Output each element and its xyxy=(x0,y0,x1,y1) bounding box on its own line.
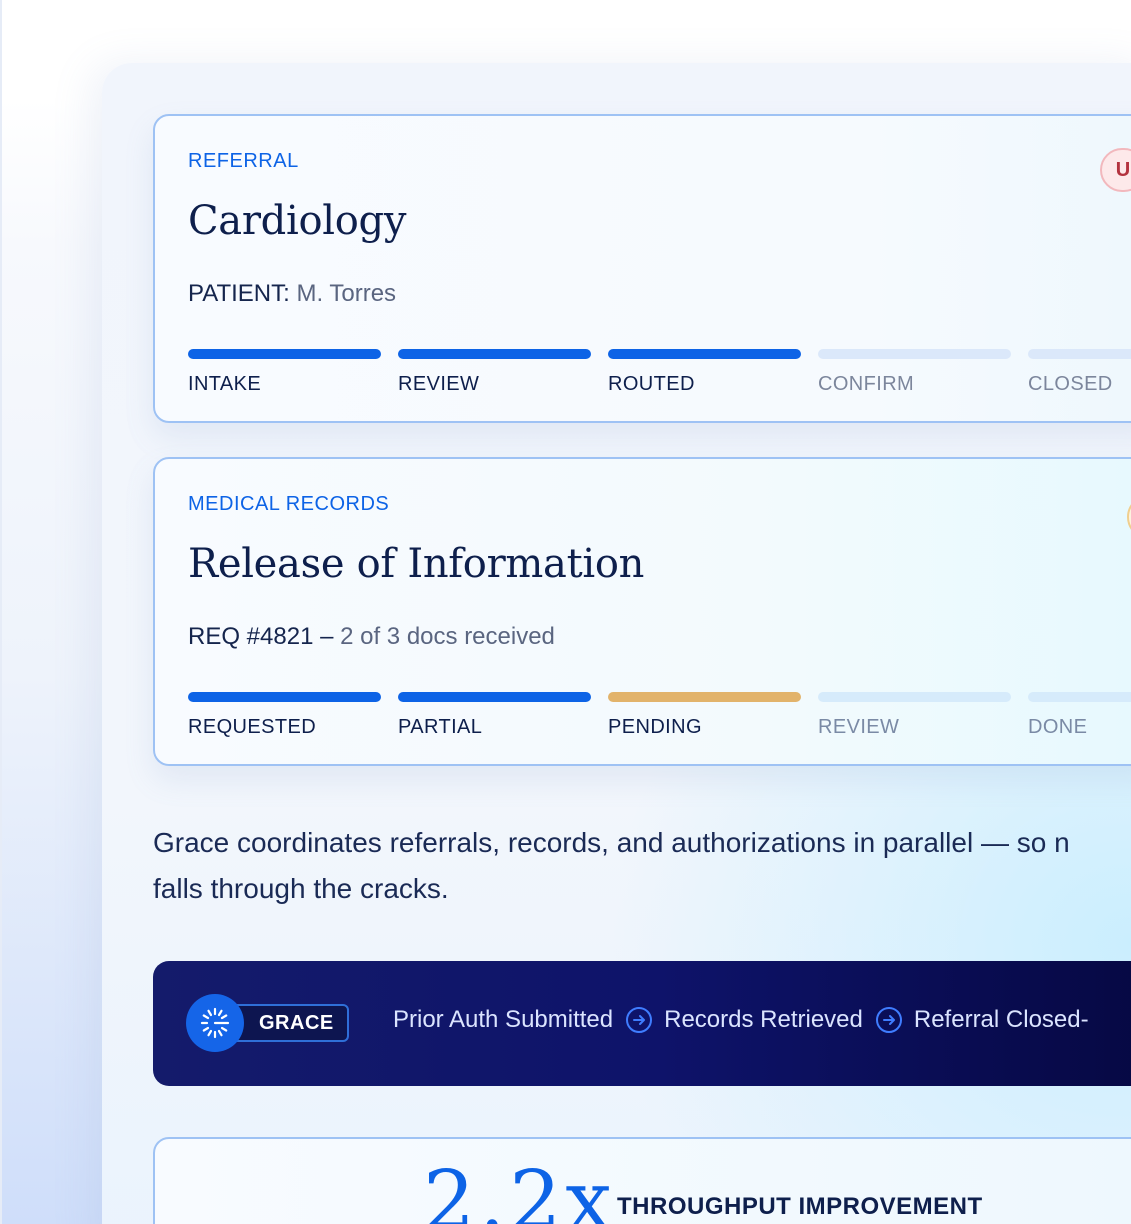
records-progress: REQUESTED PARTIAL PENDING REVIEW DONE xyxy=(188,692,1131,742)
patient-label: PATIENT: xyxy=(188,280,290,307)
event-referral-closed: Referral Closed- xyxy=(913,1006,1089,1033)
step-label: CLOSED xyxy=(1028,373,1113,395)
grace-logo-icon xyxy=(186,994,244,1052)
step-bar xyxy=(1028,692,1131,702)
step-partial: PARTIAL xyxy=(398,692,591,739)
referral-patient: PATIENT: M. Torres xyxy=(188,280,396,308)
arrow-circle-icon xyxy=(625,1006,653,1034)
records-kicker: MEDICAL RECORDS xyxy=(188,493,390,515)
step-label: REVIEW xyxy=(818,716,900,738)
referral-kicker: REFERRAL xyxy=(188,150,299,172)
step-label: ROUTED xyxy=(608,373,695,395)
stats-card: 2.2x THROUGHPUT IMPROVEMENT xyxy=(153,1137,1131,1224)
records-request: REQ #4821 – 2 of 3 docs received xyxy=(188,623,555,651)
description-line: Grace coordinates referrals, records, an… xyxy=(153,827,1070,858)
step-bar xyxy=(188,692,381,702)
step-done: DONE xyxy=(1028,692,1131,739)
app-frame: REFERRAL Cardiology PATIENT: M. Torres U… xyxy=(0,0,1131,1224)
step-label: REVIEW xyxy=(398,373,480,395)
records-title: Release of Information xyxy=(188,541,645,587)
step-label: PARTIAL xyxy=(398,716,483,738)
throughput-label: THROUGHPUT IMPROVEMENT xyxy=(617,1193,983,1220)
referral-progress: INTAKE REVIEW ROUTED CONFIRM CLOSED xyxy=(188,349,1131,399)
description-line: falls through the cracks. xyxy=(153,873,449,904)
step-bar xyxy=(398,692,591,702)
arrow-circle-icon xyxy=(875,1006,903,1034)
step-label: PENDING xyxy=(608,716,702,738)
pending-badge xyxy=(1127,495,1131,539)
step-label: DONE xyxy=(1028,716,1088,738)
step-review: REVIEW xyxy=(818,692,1011,739)
request-id: REQ #4821 – xyxy=(188,623,334,650)
referral-card[interactable]: REFERRAL Cardiology PATIENT: M. Torres U… xyxy=(153,114,1131,423)
event-prior-auth: Prior Auth Submitted xyxy=(393,1006,614,1033)
step-bar xyxy=(1028,349,1131,359)
urgent-badge: U xyxy=(1100,148,1131,192)
step-bar xyxy=(608,349,801,359)
step-bar xyxy=(188,349,381,359)
step-closed: CLOSED xyxy=(1028,349,1131,396)
step-bar xyxy=(818,349,1011,359)
throughput-value: 2.2x xyxy=(423,1154,616,1224)
step-bar xyxy=(818,692,1011,702)
request-status: 2 of 3 docs received xyxy=(340,623,555,650)
step-bar xyxy=(398,349,591,359)
step-label: INTAKE xyxy=(188,373,262,395)
step-requested: REQUESTED xyxy=(188,692,381,739)
step-intake: INTAKE xyxy=(188,349,381,396)
spinner-g-icon xyxy=(200,1007,230,1039)
step-pending: PENDING xyxy=(608,692,801,739)
step-review: REVIEW xyxy=(398,349,591,396)
activity-strip: GRACE Prior Auth Submitted Records Retri… xyxy=(153,961,1131,1086)
step-label: REQUESTED xyxy=(188,716,317,738)
step-label: CONFIRM xyxy=(818,373,915,395)
referral-title: Cardiology xyxy=(188,198,407,244)
step-confirm: CONFIRM xyxy=(818,349,1011,396)
patient-name: M. Torres xyxy=(296,280,397,307)
activity-timeline: Prior Auth Submitted Records Retrieved R… xyxy=(393,1006,1089,1034)
step-bar xyxy=(608,692,801,702)
records-card[interactable]: MEDICAL RECORDS Release of Information R… xyxy=(153,457,1131,766)
step-routed: ROUTED xyxy=(608,349,801,396)
description-text: Grace coordinates referrals, records, an… xyxy=(153,820,1131,912)
event-records: Records Retrieved xyxy=(664,1006,863,1033)
